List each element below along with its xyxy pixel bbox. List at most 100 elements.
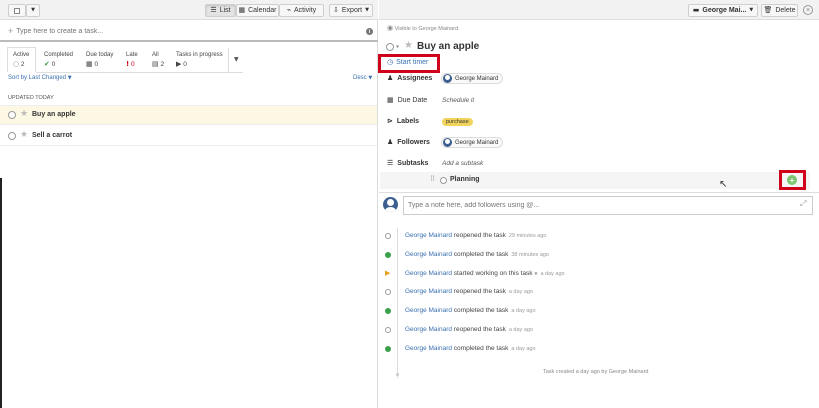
briefcase-icon: ▬: [692, 6, 700, 14]
tab-late[interactable]: Late ! 0: [126, 52, 138, 68]
actor-link[interactable]: George Mainard: [405, 288, 452, 295]
subtask-checkbox-icon[interactable]: [440, 177, 447, 184]
play-icon: ▶: [176, 60, 182, 68]
subtask-title: Planning: [450, 176, 480, 183]
open-circle-icon: ○: [13, 60, 20, 68]
task-title: Sell a carrot: [32, 132, 73, 139]
complete-checkbox-icon[interactable]: [8, 132, 16, 140]
activity-icon: ⌁: [286, 6, 292, 14]
caret-down-icon: ▼: [365, 7, 369, 13]
caret-down-icon[interactable]: ▼: [534, 271, 537, 276]
tag-icon: ⊳: [387, 117, 393, 125]
new-task-input[interactable]: [16, 27, 347, 35]
bulk-actions-dropdown[interactable]: ▼: [26, 4, 40, 17]
avatar-head-icon: [387, 199, 394, 206]
avatar: [443, 74, 452, 83]
due-date-label: ▦ Due Date: [387, 96, 428, 105]
timeline-entry: George Mainard completed the task a day a…: [405, 307, 536, 314]
tab-active-content: Active ○ 2: [13, 52, 30, 68]
detail-divider: [379, 192, 819, 193]
new-task-bar[interactable]: +: [0, 22, 378, 42]
caret-down-icon[interactable]: ▼: [396, 45, 399, 49]
completed-check-icon: [385, 346, 391, 352]
mouse-cursor-icon: ↖: [719, 179, 728, 190]
info-icon[interactable]: i: [366, 28, 373, 35]
caret-down-icon: ▼: [31, 7, 35, 13]
star-icon[interactable]: ★: [404, 41, 413, 51]
in-progress-play-icon: ▶: [385, 269, 391, 277]
sort-dropdown[interactable]: Sort by Last Changed ▼: [8, 75, 72, 81]
actor-link[interactable]: George Mainard: [405, 345, 452, 352]
calendar-view-button[interactable]: ▦ Calendar: [236, 4, 279, 17]
more-tabs-caret-icon[interactable]: ▼: [234, 57, 239, 63]
tab-in-progress[interactable]: Tasks in progress ▶ 0: [176, 52, 223, 68]
user-menu-button[interactable]: ▬ George Mai... ▼: [688, 4, 758, 17]
labels-label: ⊳ Labels: [387, 117, 420, 126]
timestamp: a day ago: [508, 289, 534, 295]
timestamp: a day ago: [508, 327, 534, 333]
trash-icon: 🗑: [763, 6, 773, 14]
timeline-entry: George Mainard completed the task a day a…: [405, 345, 536, 352]
stack-icon: ▤: [152, 60, 159, 68]
close-icon[interactable]: ×: [803, 5, 813, 15]
left-edge-bar: [0, 178, 2, 408]
calendar-icon: ▦: [387, 96, 394, 104]
note-input[interactable]: [404, 197, 784, 214]
delete-button[interactable]: 🗑 Delete: [761, 4, 798, 17]
sort-order-dropdown[interactable]: Desc ▼: [353, 75, 372, 81]
actor-link[interactable]: George Mainard: [405, 326, 452, 333]
list-view-button[interactable]: ☰ List: [205, 4, 236, 17]
calendar-icon: ▦: [238, 6, 246, 14]
note-box[interactable]: [403, 196, 813, 215]
activity-view-button[interactable]: ⌁ Activity: [279, 4, 324, 17]
download-icon: ⇩: [333, 6, 339, 14]
avatar: [443, 138, 452, 147]
complete-checkbox-icon[interactable]: [386, 43, 394, 51]
timeline-entry: George Mainard reopened the task 29 minut…: [405, 232, 546, 239]
timeline-entry: George Mainard reopened the task a day ag…: [405, 288, 533, 295]
actor-link[interactable]: George Mainard: [405, 251, 452, 258]
timeline-entry: George Mainard started working on this t…: [405, 270, 565, 277]
timestamp: a day ago: [511, 346, 536, 352]
schedule-link[interactable]: Schedule it: [442, 97, 474, 104]
timeline-entry: George Mainard reopened the task a day ag…: [405, 326, 533, 333]
caret-down-icon: ▼: [67, 75, 72, 81]
export-button[interactable]: ⇩ Export ▼: [329, 4, 373, 17]
action-text: completed the task: [453, 251, 509, 258]
action-text: reopened the task: [453, 288, 506, 295]
star-icon[interactable]: ★: [20, 110, 28, 119]
assignee-chip[interactable]: George Mainard: [441, 73, 504, 84]
tab-all[interactable]: All ▤ 2: [152, 52, 164, 68]
actor-link[interactable]: George Mainard: [405, 232, 452, 239]
exclamation-icon: !: [126, 60, 130, 68]
timestamp: a day ago: [511, 308, 536, 314]
list-icon: ☰: [387, 159, 394, 167]
tab-completed[interactable]: Completed ✔ 0: [44, 52, 73, 68]
star-icon[interactable]: ★: [20, 131, 28, 140]
drag-handle-icon[interactable]: ⠿: [430, 176, 435, 183]
expand-icon[interactable]: ⤢: [800, 200, 806, 208]
label-tag[interactable]: purchase: [442, 118, 473, 126]
actor-link[interactable]: George Mainard: [405, 270, 452, 277]
check-icon: ✔: [44, 60, 50, 68]
follower-chip[interactable]: George Mainard: [441, 137, 504, 148]
task-title: Buy an apple: [32, 111, 76, 118]
caret-down-icon: ▼: [749, 7, 754, 13]
action-text: completed the task: [453, 345, 509, 352]
tabs-divider: [228, 48, 229, 72]
timer-icon: ◷: [387, 58, 394, 66]
timestamp: a day ago: [540, 271, 565, 277]
timestamp: 38 minutes ago: [511, 252, 549, 258]
complete-checkbox-icon[interactable]: [8, 111, 16, 119]
actor-link[interactable]: George Mainard: [405, 307, 452, 314]
current-user-avatar: [383, 197, 398, 212]
plus-icon: +: [8, 26, 14, 36]
add-subtask-plus-icon[interactable]: +: [787, 175, 797, 185]
checkbox-icon: [14, 7, 20, 14]
start-timer-button[interactable]: ◷ Start timer: [387, 58, 428, 67]
tab-due-today[interactable]: Due today ▦ 0: [86, 52, 113, 68]
add-subtask-link[interactable]: Add a subtask: [442, 160, 483, 167]
followers-icon: ♟: [387, 138, 394, 146]
reopened-circle-icon: [385, 289, 391, 295]
select-all-checkbox[interactable]: [8, 4, 26, 17]
